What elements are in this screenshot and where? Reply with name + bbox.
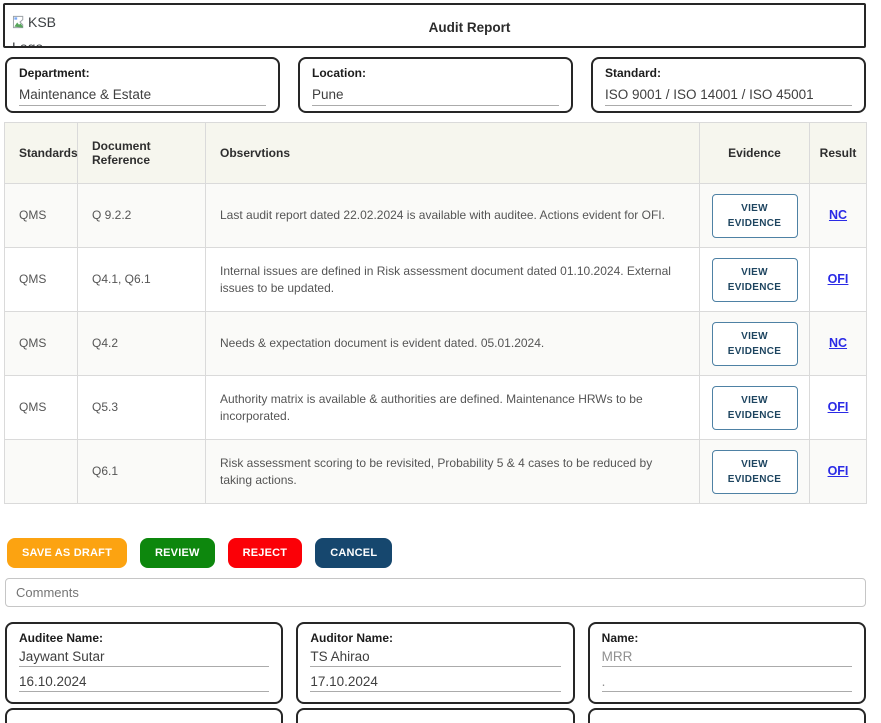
department-input[interactable] (19, 87, 266, 106)
name-date-input[interactable] (602, 674, 852, 692)
doc-ref-cell: Q4.1, Q6.1 (78, 248, 206, 312)
save-as-draft-button[interactable]: SAVE AS DRAFT (7, 538, 127, 568)
result-link[interactable]: OFI (828, 272, 849, 286)
column-header-result: Result (810, 123, 867, 184)
signature-box-name: Name: (588, 622, 866, 704)
signature-box-partial (5, 708, 283, 723)
standard-input[interactable] (605, 87, 852, 106)
location-input[interactable] (312, 87, 559, 106)
signature-box-partial (296, 708, 574, 723)
auditor-name-input[interactable] (310, 649, 560, 667)
auditee-date-input[interactable] (19, 674, 269, 692)
column-header-observations: Observtions (206, 123, 700, 184)
reject-button[interactable]: REJECT (228, 538, 303, 568)
observation-cell: Risk assessment scoring to be revisited,… (206, 440, 700, 504)
report-header: KSB Logo Audit Report (3, 3, 866, 48)
observation-cell: Authority matrix is available & authorit… (206, 376, 700, 440)
info-field-department: Department: (5, 57, 280, 113)
column-header-document-reference: Document Reference (78, 123, 206, 184)
table-row: QMS Q 9.2.2 Last audit report dated 22.0… (5, 184, 867, 248)
standard-cell: QMS (5, 184, 78, 248)
comments-input[interactable] (5, 578, 866, 607)
page-title: Audit Report (75, 5, 864, 48)
auditor-date-input[interactable] (310, 674, 560, 692)
signature-box-partial (588, 708, 866, 723)
table-row: QMS Q4.1, Q6.1 Internal issues are defin… (5, 248, 867, 312)
field-label: Name: (602, 631, 852, 645)
partial-signatures-row (5, 708, 866, 723)
standard-cell (5, 440, 78, 504)
table-row: QMS Q5.3 Authority matrix is available &… (5, 376, 867, 440)
comments-section (5, 578, 866, 607)
standard-cell: QMS (5, 312, 78, 376)
field-label: Auditor Name: (310, 631, 560, 645)
doc-ref-cell: Q 9.2.2 (78, 184, 206, 248)
standard-cell: QMS (5, 376, 78, 440)
auditee-name-input[interactable] (19, 649, 269, 667)
field-label: Location: (312, 66, 559, 80)
signature-box-auditee: Auditee Name: (5, 622, 283, 704)
view-evidence-button[interactable]: VIEW EVIDENCE (712, 386, 798, 430)
observation-cell: Needs & expectation document is evident … (206, 312, 700, 376)
signature-box-auditor: Auditor Name: (296, 622, 574, 704)
standard-cell: QMS (5, 248, 78, 312)
name-input[interactable] (602, 649, 852, 667)
doc-ref-cell: Q6.1 (78, 440, 206, 504)
table-header-row: Standards Document Reference Observtions… (5, 123, 867, 184)
actions-row: SAVE AS DRAFT REVIEW REJECT CANCEL (7, 538, 881, 568)
observation-cell: Internal issues are defined in Risk asse… (206, 248, 700, 312)
field-label: Standard: (605, 66, 852, 80)
result-link[interactable]: NC (829, 208, 847, 222)
audit-table: Standards Document Reference Observtions… (4, 122, 867, 504)
result-link[interactable]: OFI (828, 400, 849, 414)
column-header-evidence: Evidence (700, 123, 810, 184)
doc-ref-cell: Q5.3 (78, 376, 206, 440)
cancel-button[interactable]: CANCEL (315, 538, 392, 568)
view-evidence-button[interactable]: VIEW EVIDENCE (712, 258, 798, 302)
ksb-logo: KSB Logo (12, 10, 70, 48)
result-link[interactable]: NC (829, 336, 847, 350)
column-header-standards: Standards (5, 123, 78, 184)
result-link[interactable]: OFI (828, 464, 849, 478)
view-evidence-button[interactable]: VIEW EVIDENCE (712, 322, 798, 366)
info-fields-row: Department: Location: Standard: (5, 57, 866, 113)
view-evidence-button[interactable]: VIEW EVIDENCE (712, 194, 798, 238)
doc-ref-cell: Q4.2 (78, 312, 206, 376)
observation-cell: Last audit report dated 22.02.2024 is av… (206, 184, 700, 248)
field-label: Department: (19, 66, 266, 80)
info-field-location: Location: (298, 57, 573, 113)
info-field-standard: Standard: (591, 57, 866, 113)
review-button[interactable]: REVIEW (140, 538, 215, 568)
view-evidence-button[interactable]: VIEW EVIDENCE (712, 450, 798, 494)
table-row: QMS Q4.2 Needs & expectation document is… (5, 312, 867, 376)
field-label: Auditee Name: (19, 631, 269, 645)
signatures-row: Auditee Name: Auditor Name: Name: (5, 622, 866, 704)
table-row: Q6.1 Risk assessment scoring to be revis… (5, 440, 867, 504)
broken-image-icon (12, 15, 27, 29)
